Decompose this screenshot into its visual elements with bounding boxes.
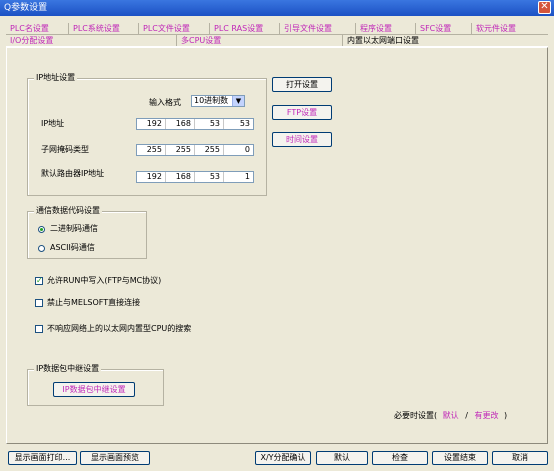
open-settings-button[interactable]: 打开设置 (272, 77, 332, 92)
ip-relay-legend: IP数据包中继设置 (34, 364, 102, 374)
subnet-field[interactable]: 255 255 255 0 (136, 144, 254, 156)
tabs-row-1: PLC名设置 PLC系统设置 PLC文件设置 PLC RAS设置 引导文件设置 … (6, 23, 548, 35)
ip-address-field[interactable]: 192 168 53 53 (136, 118, 254, 130)
ftp-settings-button[interactable]: FTP设置 (272, 105, 332, 120)
check-button[interactable]: 检查 (372, 451, 428, 465)
binary-radio[interactable] (38, 226, 45, 233)
setting-legend-default: 默认 (442, 411, 459, 420)
input-format-label: 输入格式 (149, 98, 181, 107)
tab-multi-cpu[interactable]: 多CPU设置 (177, 35, 343, 46)
binary-radio-label[interactable]: 二进制码通信 (50, 224, 98, 234)
ascii-radio-label[interactable]: ASCII码通信 (50, 243, 95, 253)
ip-octet[interactable]: 53 (195, 119, 224, 129)
comm-code-group: 通信数据代码设置 二进制码通信 ASCII码通信 (27, 206, 147, 259)
tab-builtin-ethernet[interactable]: 内置以太网端口设置 (343, 35, 548, 46)
tab-plc-system[interactable]: PLC系统设置 (69, 23, 139, 34)
ip-relay-group: IP数据包中继设置 IP数据包中继设置 (27, 364, 164, 406)
ip-address-label: IP地址 (41, 119, 65, 128)
gateway-label: 默认路由器IP地址 (41, 169, 105, 178)
settings-panel: IP地址设置 输入格式 10进制数 ▼ IP地址 192 168 53 53 子… (6, 47, 548, 444)
run-write-checkbox[interactable]: ✓ (35, 277, 43, 285)
ascii-radio[interactable] (38, 245, 45, 252)
gateway-field[interactable]: 192 168 53 1 (136, 171, 254, 183)
ip-octet[interactable]: 168 (166, 119, 195, 129)
setting-legend-separator: / (465, 411, 468, 420)
subnet-octet[interactable]: 0 (224, 145, 253, 155)
setting-legend-changed: 有更改 (474, 411, 499, 420)
no-search-label[interactable]: 不响应网络上的以太网内置型CPU的搜索 (47, 324, 191, 334)
default-button[interactable]: 默认 (316, 451, 368, 465)
parameter-dialog: Q参数设置 ✕ PLC名设置 PLC系统设置 PLC文件设置 PLC RAS设置… (0, 0, 554, 471)
end-settings-button[interactable]: 设置结束 (432, 451, 488, 465)
chevron-down-icon[interactable]: ▼ (232, 96, 244, 106)
title-bar: Q参数设置 ✕ (0, 0, 554, 16)
tab-sfc[interactable]: SFC设置 (416, 23, 472, 34)
run-write-label[interactable]: 允许RUN中写入(FTP与MC协议) (47, 276, 161, 286)
input-format-select[interactable]: 10进制数 ▼ (191, 95, 245, 107)
tab-plc-name[interactable]: PLC名设置 (6, 23, 69, 34)
ip-octet[interactable]: 53 (224, 119, 253, 129)
melsoft-label[interactable]: 禁止与MELSOFT直接连接 (47, 298, 140, 308)
tab-plc-ras[interactable]: PLC RAS设置 (210, 23, 280, 34)
tab-device[interactable]: 软元件设置 (472, 23, 548, 34)
tab-boot-file[interactable]: 引导文件设置 (280, 23, 356, 34)
subnet-label: 子网掩码类型 (41, 145, 89, 154)
setting-legend-prefix: 必要时设置( (394, 411, 438, 420)
ip-octet[interactable]: 192 (137, 119, 166, 129)
setting-legend: 必要时设置( 默认 / 有更改 ) (394, 411, 507, 421)
window-title: Q参数设置 (4, 3, 48, 13)
gateway-octet[interactable]: 168 (166, 172, 195, 182)
subnet-octet[interactable]: 255 (137, 145, 166, 155)
ip-settings-group: IP地址设置 输入格式 10进制数 ▼ IP地址 192 168 53 53 子… (27, 73, 267, 196)
subnet-octet[interactable]: 255 (166, 145, 195, 155)
gateway-octet[interactable]: 53 (195, 172, 224, 182)
close-icon[interactable]: ✕ (538, 1, 551, 14)
preview-screen-button[interactable]: 显示画面预览 (80, 451, 150, 465)
cancel-button[interactable]: 取消 (492, 451, 548, 465)
setting-legend-suffix: ) (504, 411, 508, 420)
gateway-octet[interactable]: 1 (224, 172, 253, 182)
time-settings-button[interactable]: 时间设置 (272, 132, 332, 147)
no-search-checkbox[interactable] (35, 325, 43, 333)
melsoft-checkbox[interactable] (35, 299, 43, 307)
subnet-octet[interactable]: 255 (195, 145, 224, 155)
ip-settings-legend: IP地址设置 (34, 73, 78, 83)
tab-io-assignment[interactable]: I/O分配设置 (6, 35, 177, 46)
ip-relay-settings-button[interactable]: IP数据包中继设置 (53, 382, 135, 397)
print-screen-button[interactable]: 显示画面打印... (8, 451, 77, 465)
gateway-octet[interactable]: 192 (137, 172, 166, 182)
xy-assignment-button[interactable]: X/Y分配确认 (255, 451, 311, 465)
tab-program[interactable]: 程序设置 (356, 23, 416, 34)
comm-code-legend: 通信数据代码设置 (34, 206, 102, 216)
tab-plc-file[interactable]: PLC文件设置 (139, 23, 210, 34)
tabs-row-2: I/O分配设置 多CPU设置 内置以太网端口设置 (6, 35, 548, 47)
input-format-value: 10进制数 (194, 96, 229, 105)
